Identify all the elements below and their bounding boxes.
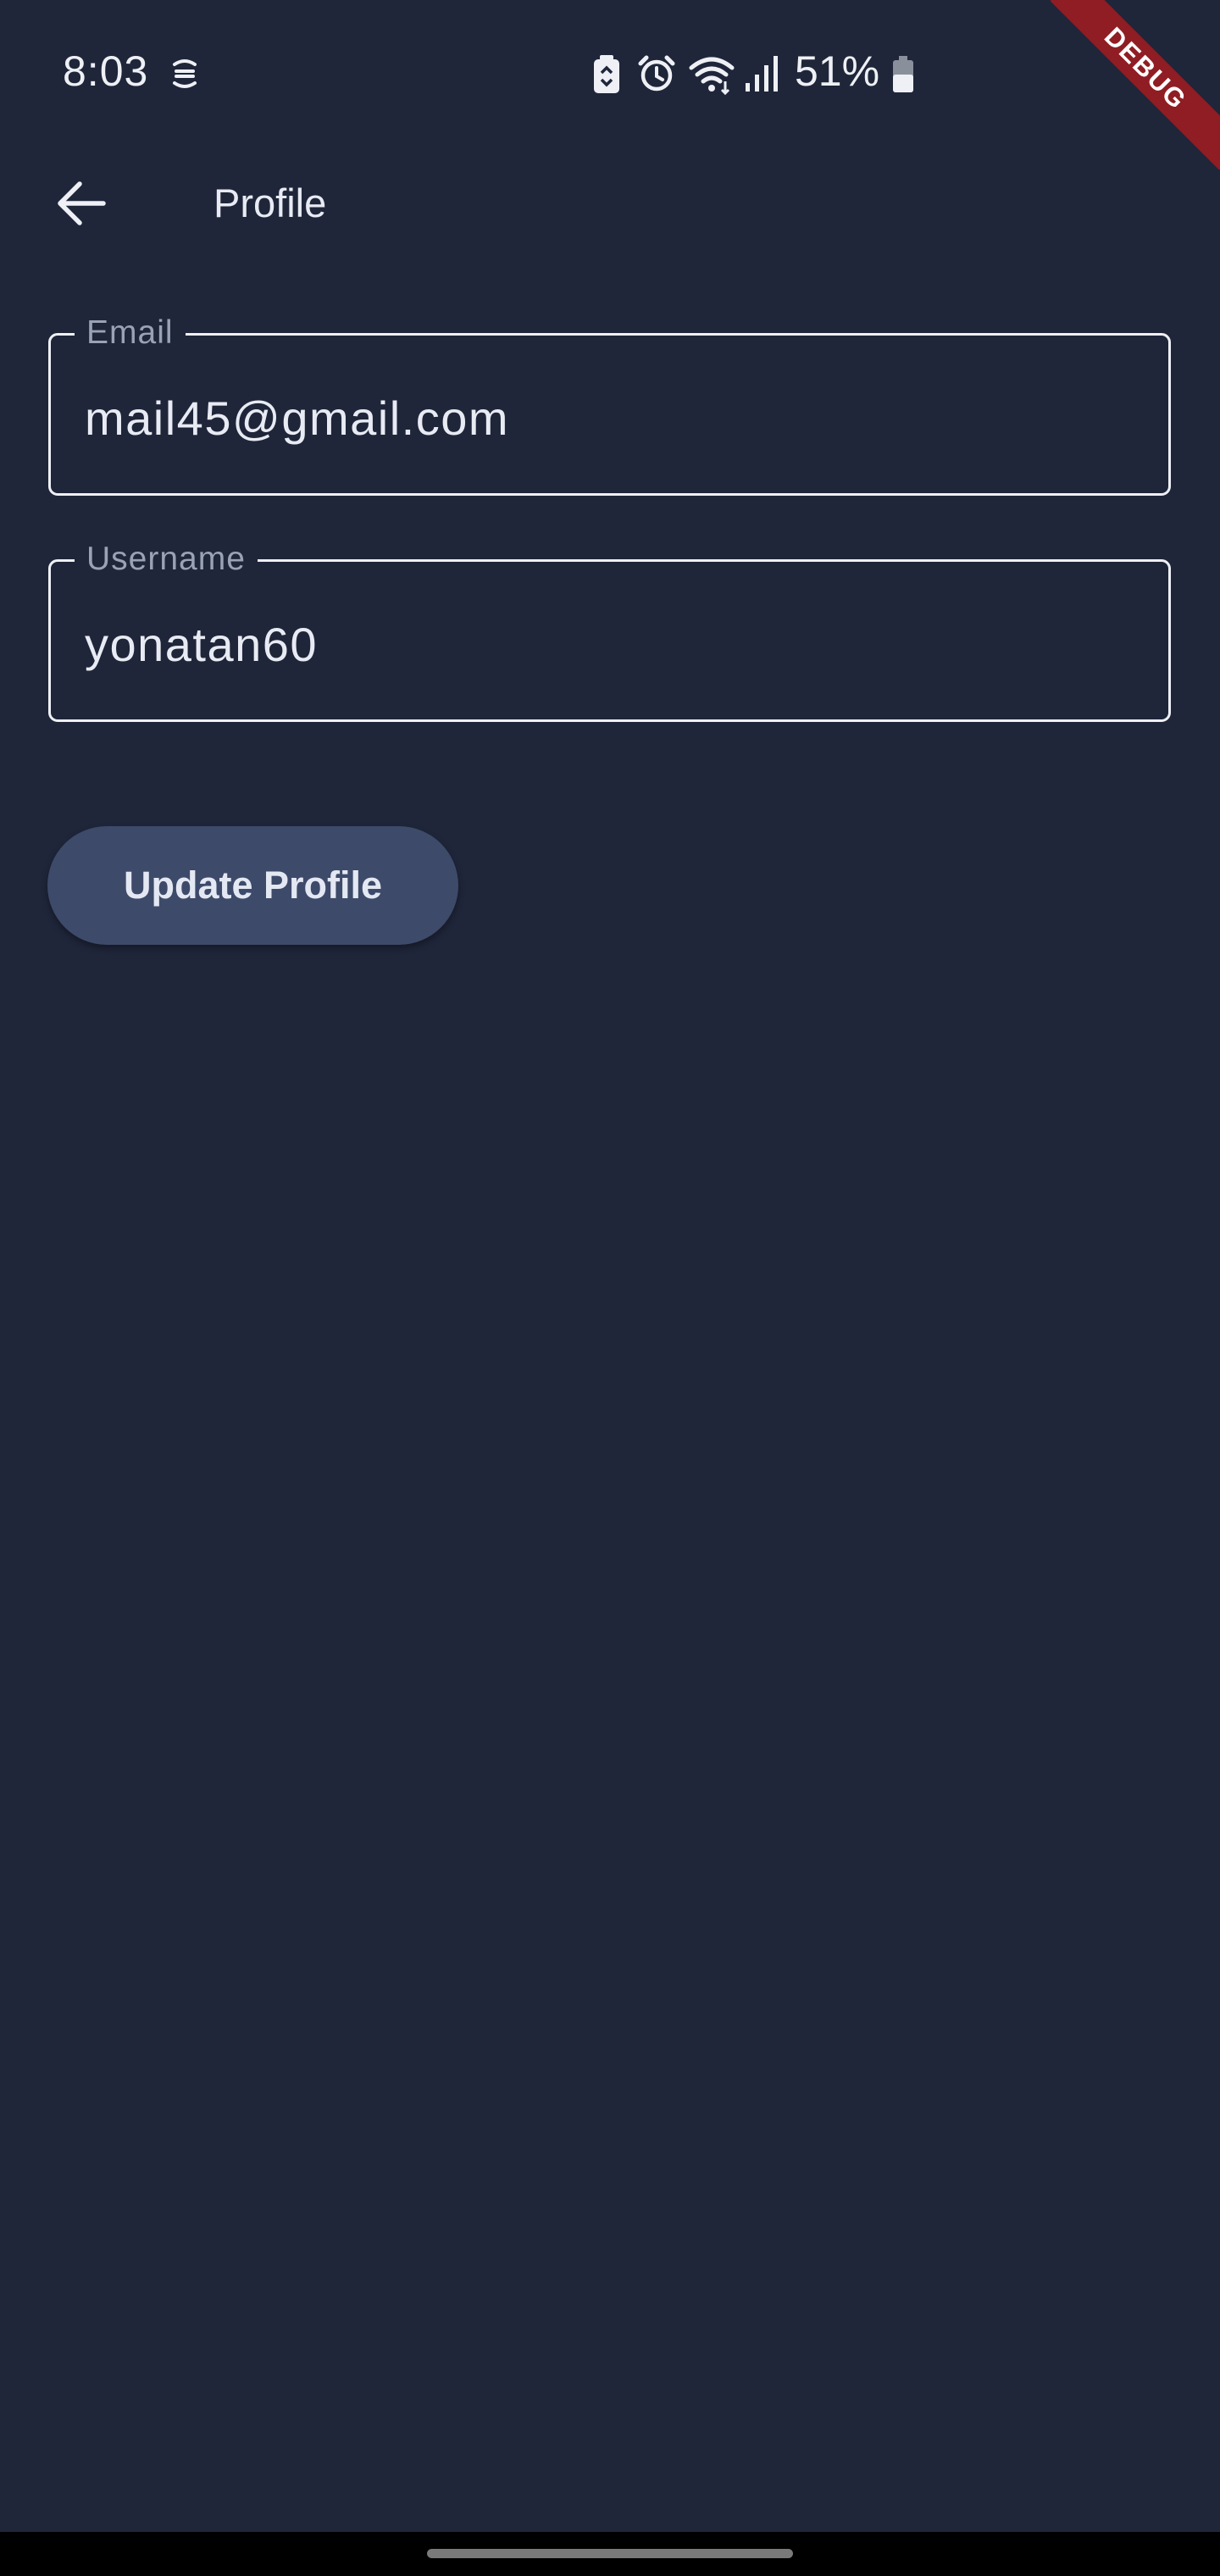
username-label: Username [75, 540, 258, 579]
signal-icon [746, 56, 778, 92]
home-indicator[interactable] [427, 2549, 793, 2558]
back-button[interactable] [47, 169, 115, 237]
page-title: Profile [214, 180, 327, 225]
wifi-icon [689, 57, 735, 95]
status-bar: 8:03 51% [0, 0, 1220, 144]
sync-icon [173, 59, 197, 88]
status-time: 8:03 [63, 47, 149, 95]
battery-percent: 51% [795, 47, 880, 95]
debug-banner-label: DEBUG [1051, 0, 1220, 169]
update-profile-label: Update Profile [123, 863, 383, 907]
update-profile-button[interactable]: Update Profile [47, 826, 458, 945]
alarm-icon [638, 55, 675, 92]
username-field[interactable]: Username [48, 540, 1171, 722]
email-input[interactable] [85, 388, 1101, 447]
email-label: Email [75, 314, 186, 353]
arrow-back-icon [58, 181, 106, 225]
username-input[interactable] [85, 614, 1101, 674]
navigation-bar [0, 2532, 1220, 2576]
battery-saver-icon [594, 55, 619, 93]
battery-icon [893, 56, 913, 92]
email-field[interactable]: Email [48, 314, 1171, 496]
debug-banner: DEBUG [1051, 0, 1220, 169]
